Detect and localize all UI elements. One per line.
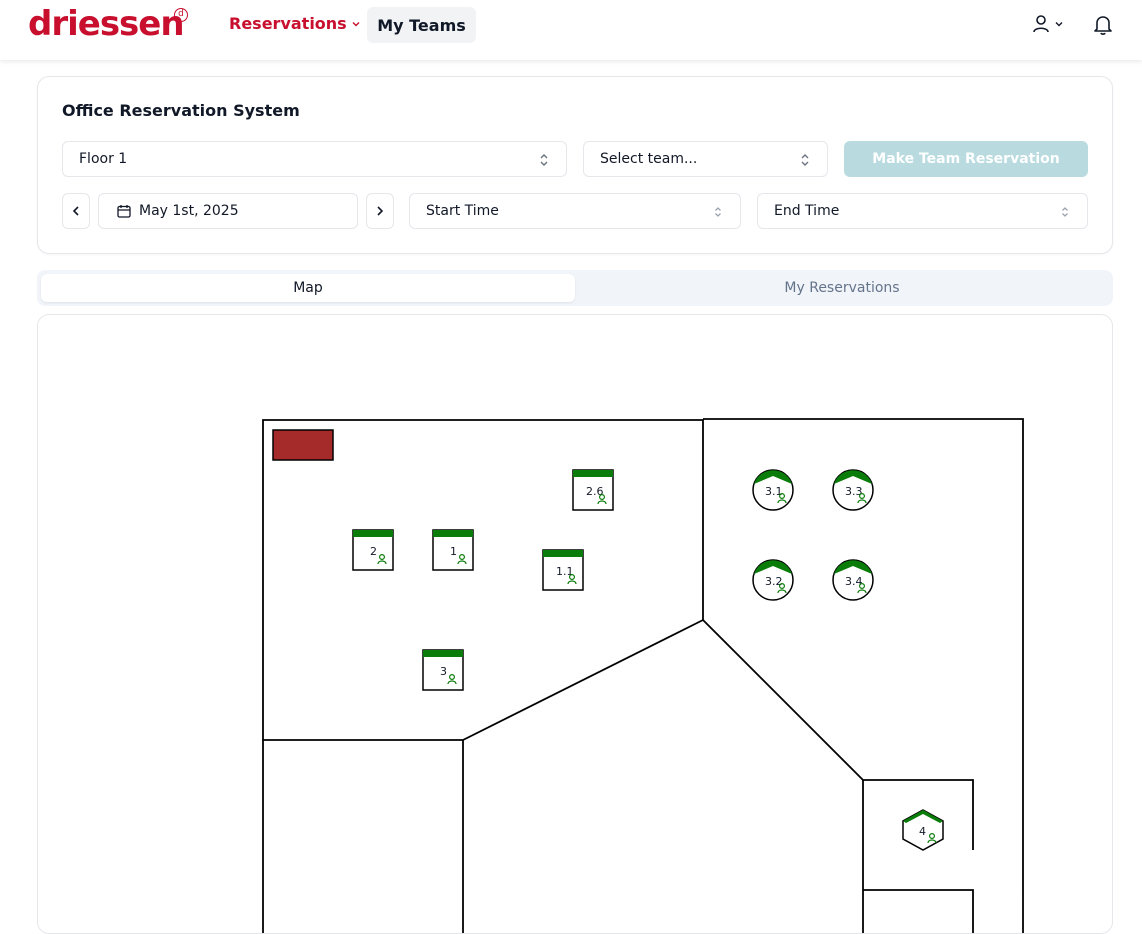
logo-mark-icon: d	[174, 8, 188, 22]
desk-1[interactable]: 1	[432, 529, 474, 571]
desk-label: 1.1	[556, 565, 574, 578]
blocked-area	[272, 429, 334, 461]
desk-4[interactable]: 4	[902, 809, 944, 851]
notifications-bell-icon[interactable]	[1093, 14, 1113, 40]
nav-my-teams[interactable]: My Teams	[367, 7, 476, 43]
reservation-form-card: Office Reservation System Floor 1 Select…	[37, 76, 1113, 254]
user-icon	[1033, 15, 1049, 33]
desk-3.2[interactable]: 3.2	[752, 559, 794, 601]
driessen-logo[interactable]: driessen	[28, 4, 185, 44]
date-value: May 1st, 2025	[139, 203, 239, 219]
desk-label: 2.6	[586, 485, 604, 498]
floor-select[interactable]: Floor 1	[62, 141, 567, 177]
previous-day-button[interactable]	[62, 193, 90, 229]
desk-label: 2	[370, 545, 377, 558]
start-time-select[interactable]: Start Time	[409, 193, 741, 229]
desk-3[interactable]: 3	[422, 649, 464, 691]
tab-my-reservations[interactable]: My Reservations	[575, 274, 1109, 302]
top-navigation-bar: driessen d Reservations My Teams	[0, 0, 1142, 60]
calendar-icon	[117, 205, 131, 218]
nav-reservations-label: Reservations	[229, 14, 347, 33]
nav-reservations-menu[interactable]: Reservations	[229, 14, 361, 33]
desk-2.6[interactable]: 2.6	[572, 469, 614, 511]
floor-map: 2.6 2 1 1.1 3 3.1 3.3 3.2 3.4 4	[262, 418, 1024, 933]
date-picker[interactable]: May 1st, 2025	[98, 193, 358, 229]
floor-select-value: Floor 1	[79, 151, 128, 167]
desk-label: 1	[450, 545, 457, 558]
page-title: Office Reservation System	[62, 101, 300, 120]
desk-1.1[interactable]: 1.1	[542, 549, 584, 591]
end-time-select[interactable]: End Time	[757, 193, 1088, 229]
chevron-down-icon	[352, 21, 360, 26]
floor-map-panel: 2.6 2 1 1.1 3 3.1 3.3 3.2 3.4 4	[37, 314, 1113, 934]
chevrons-up-down-icon	[801, 154, 809, 166]
view-tabs: Map My Reservations	[37, 270, 1113, 306]
chevron-left-icon	[72, 206, 79, 216]
end-time-placeholder: End Time	[774, 203, 840, 219]
desk-3.4[interactable]: 3.4	[832, 559, 874, 601]
tab-map[interactable]: Map	[41, 274, 575, 302]
desk-2[interactable]: 2	[352, 529, 394, 571]
team-select-placeholder: Select team...	[600, 151, 698, 167]
chevrons-up-down-icon	[540, 154, 548, 166]
team-select[interactable]: Select team...	[583, 141, 828, 177]
desk-3.3[interactable]: 3.3	[832, 469, 874, 511]
desk-label: 3	[440, 665, 447, 678]
floor-walls	[262, 418, 1024, 933]
desk-label: 4	[919, 825, 926, 838]
chevron-right-icon	[377, 206, 384, 216]
desk-3.1[interactable]: 3.1	[752, 469, 794, 511]
chevron-down-icon	[1055, 22, 1063, 27]
make-team-reservation-button[interactable]: Make Team Reservation	[844, 141, 1088, 177]
next-day-button[interactable]	[366, 193, 394, 229]
chevrons-up-down-icon	[715, 207, 721, 217]
chevrons-up-down-icon	[1062, 207, 1068, 217]
user-menu[interactable]	[1032, 14, 1064, 34]
start-time-placeholder: Start Time	[426, 203, 499, 219]
